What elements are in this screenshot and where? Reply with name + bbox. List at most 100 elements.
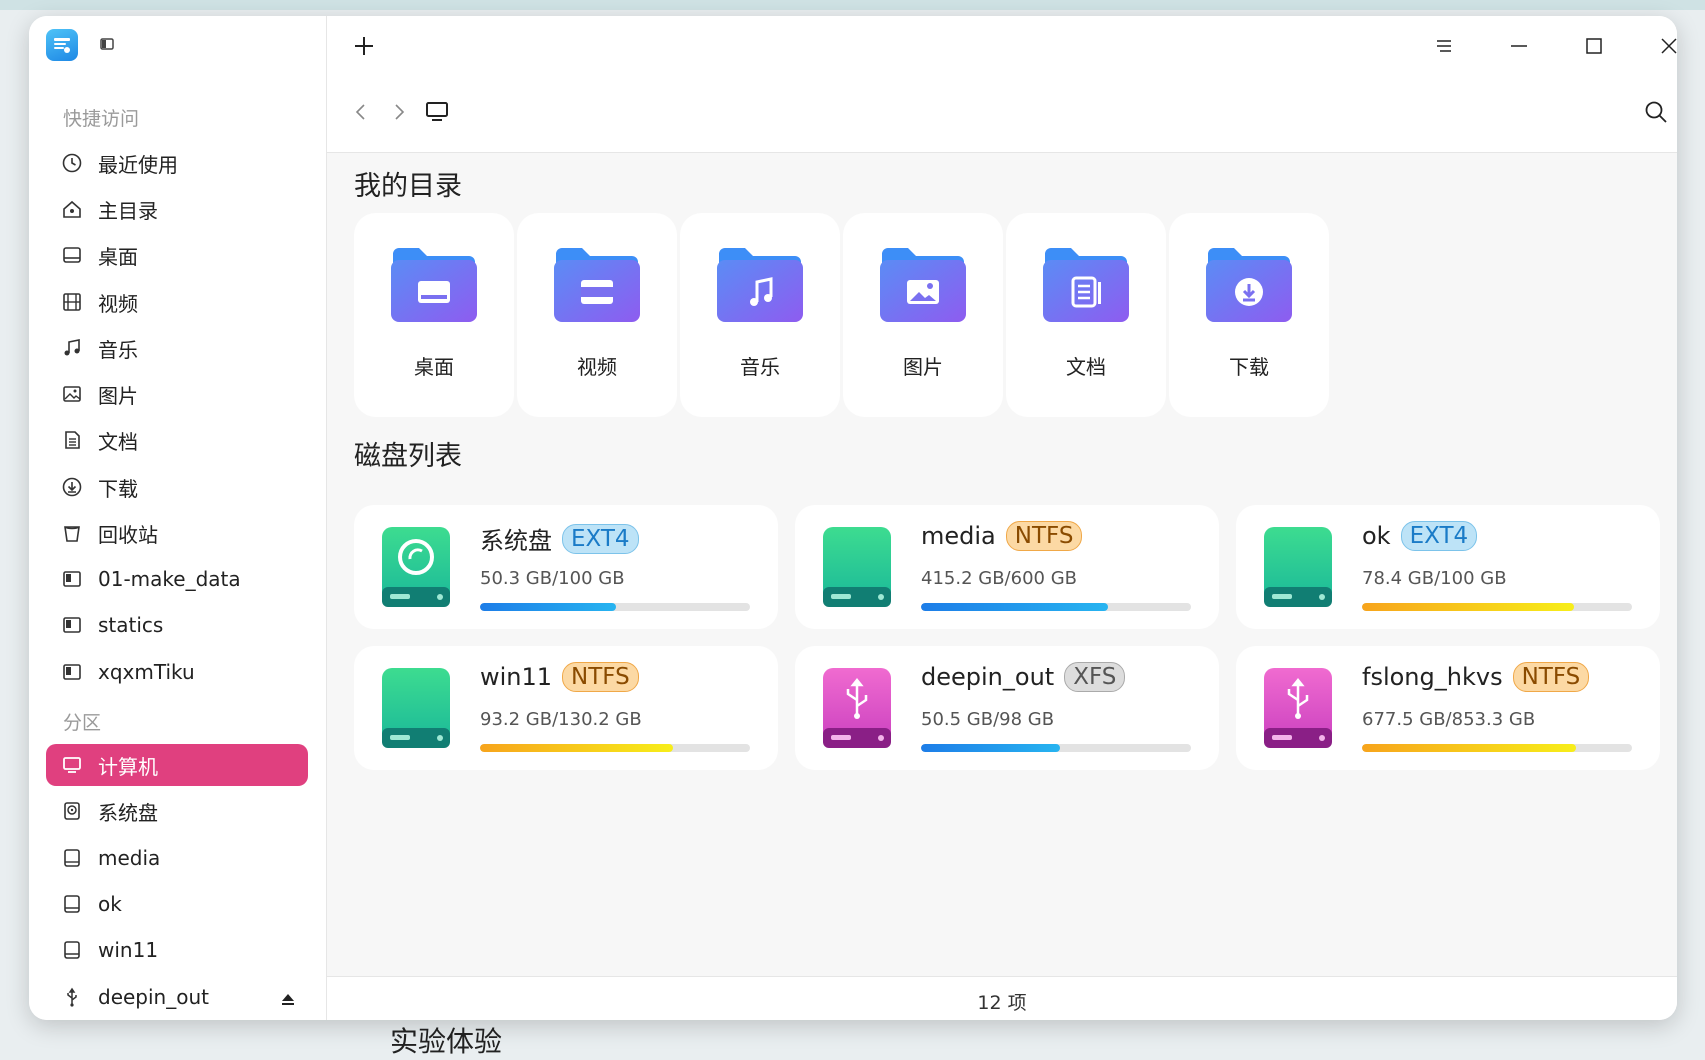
sidebar-item-pictures[interactable]: 图片	[46, 373, 308, 415]
disk-size: 50.3 GB/100 GB	[480, 568, 625, 589]
sidebar-item-system-disk[interactable]: 系统盘	[46, 790, 308, 832]
disk-usage-fill	[1362, 603, 1574, 611]
sidebar-item-label: 图片	[98, 383, 138, 408]
disk-usage-fill	[480, 744, 674, 752]
disk-size: 93.2 GB/130.2 GB	[480, 709, 642, 730]
sidebar-item-computer[interactable]: 计算机	[46, 744, 308, 786]
item-count: 12 项	[977, 992, 1027, 1014]
sidebar-item-bookmark-folder[interactable]: statics	[46, 604, 308, 646]
fs-badge: NTFS	[1512, 662, 1590, 692]
sidebar-item-desktop[interactable]: 桌面	[46, 234, 308, 276]
disk-icon	[60, 846, 84, 870]
fs-badge: EXT4	[1400, 521, 1478, 551]
music-folder-icon	[717, 248, 803, 322]
sidebar-toggle-icon[interactable]	[99, 36, 115, 52]
sidebar-item-label: ok	[98, 892, 122, 916]
fs-badge: XFS	[1064, 662, 1126, 692]
sidebar-item-label: xqxmTiku	[98, 660, 195, 684]
disk-size: 50.5 GB/98 GB	[921, 709, 1055, 730]
sidebar-item-recent[interactable]: 最近使用	[46, 142, 308, 184]
system-disk-icon	[60, 799, 84, 823]
sidebar-item-music[interactable]: 音乐	[46, 327, 308, 369]
sidebar-item-label: 下载	[98, 476, 138, 501]
disk-name-row: ok EXT4	[1362, 521, 1478, 551]
folder-card-pictures[interactable]: 图片	[843, 213, 1003, 417]
computer-icon	[60, 753, 84, 777]
usb-disk-icon	[1264, 668, 1332, 748]
clock-icon	[60, 151, 84, 175]
file-manager-window: 快捷访问 最近使用 主目录 桌面 视频 音乐 图片 文档 下载 回收站 01-m…	[29, 16, 1677, 1020]
home-icon	[60, 197, 84, 221]
sidebar-item-videos[interactable]: 视频	[46, 281, 308, 323]
breadcrumb-computer[interactable]	[419, 94, 455, 130]
sidebar-item-win11[interactable]: win11	[46, 929, 308, 971]
menu-button[interactable]	[1426, 28, 1462, 64]
disk-card-deepin-out[interactable]: deepin_out XFS 50.5 GB/98 GB	[795, 646, 1219, 770]
hard-disk-icon	[382, 668, 450, 748]
minimize-button[interactable]	[1501, 28, 1537, 64]
back-button[interactable]	[343, 94, 379, 130]
disk-card-ok[interactable]: ok EXT4 78.4 GB/100 GB	[1236, 505, 1660, 629]
folder-label: 桌面	[414, 355, 454, 379]
disk-usage-bar	[1362, 603, 1632, 611]
folder-card-downloads[interactable]: 下载	[1169, 213, 1329, 417]
menu-icon	[1437, 40, 1451, 52]
picture-folder-icon	[880, 248, 966, 322]
disk-name: win11	[480, 663, 553, 691]
forward-button[interactable]	[381, 94, 417, 130]
disk-card-win11[interactable]: win11 NTFS 93.2 GB/130.2 GB	[354, 646, 778, 770]
disk-name-row: deepin_out XFS	[921, 662, 1126, 692]
chevron-right-icon	[395, 104, 405, 120]
folder-label: 下载	[1229, 355, 1269, 379]
disk-name: ok	[1362, 522, 1391, 550]
disk-card-fslong-hkvs[interactable]: fslong_hkvs NTFS 677.5 GB/853.3 GB	[1236, 646, 1660, 770]
disk-usage-bar	[480, 744, 750, 752]
sidebar-item-home[interactable]: 主目录	[46, 188, 308, 230]
disk-card-system[interactable]: 系统盘 EXT4 50.3 GB/100 GB	[354, 505, 778, 629]
disk-usage-bar	[1362, 744, 1632, 752]
maximize-icon	[1586, 38, 1602, 54]
download-icon	[60, 475, 84, 499]
folder-label: 音乐	[740, 355, 780, 379]
sidebar-item-media[interactable]: media	[46, 837, 308, 879]
app-logo-icon	[46, 29, 78, 61]
disk-size: 78.4 GB/100 GB	[1362, 568, 1507, 589]
sidebar-item-label: 回收站	[98, 522, 158, 547]
sidebar-item-label: 01-make_data	[98, 567, 241, 591]
sidebar-item-trash[interactable]: 回收站	[46, 512, 308, 554]
disk-usage-bar	[921, 744, 1191, 752]
search-button[interactable]	[1638, 94, 1674, 130]
sidebar-item-downloads[interactable]: 下载	[46, 466, 308, 508]
disk-name-row: win11 NTFS	[480, 662, 639, 692]
document-folder-icon	[1043, 248, 1129, 322]
sidebar-item-ok[interactable]: ok	[46, 883, 308, 925]
folder-card-documents[interactable]: 文档	[1006, 213, 1166, 417]
trash-icon	[60, 521, 84, 545]
disk-usage-bar	[480, 603, 750, 611]
download-folder-icon	[1206, 248, 1292, 322]
main-content: 我的目录 桌面 视频 音乐 图片 文档 下载 磁盘列表 系统盘 EXT4 50.…	[327, 16, 1677, 1020]
disk-size: 415.2 GB/600 GB	[921, 568, 1077, 589]
new-tab-button[interactable]	[346, 28, 382, 64]
partitions-title: 分区	[63, 712, 102, 734]
disk-name-row: fslong_hkvs NTFS	[1362, 662, 1590, 692]
sidebar-item-bookmark-folder[interactable]: 01-make_data	[46, 558, 308, 600]
disk-icon	[60, 892, 84, 916]
minimize-icon	[1511, 45, 1527, 47]
folder-icon	[60, 660, 84, 684]
sidebar-item-documents[interactable]: 文档	[46, 419, 308, 461]
folder-card-desktop[interactable]: 桌面	[354, 213, 514, 417]
sidebar-item-bookmark-folder[interactable]: xqxmTiku	[46, 651, 308, 693]
maximize-button[interactable]	[1576, 28, 1612, 64]
sidebar-item-label: 文档	[98, 429, 138, 454]
folder-label: 视频	[577, 355, 617, 379]
sidebar-item-label: 系统盘	[98, 800, 158, 825]
folder-card-videos[interactable]: 视频	[517, 213, 677, 417]
image-icon	[60, 382, 84, 406]
quick-access-title: 快捷访问	[63, 108, 140, 130]
close-button[interactable]	[1651, 28, 1677, 64]
disk-card-media[interactable]: media NTFS 415.2 GB/600 GB	[795, 505, 1219, 629]
eject-icon[interactable]	[280, 988, 296, 1012]
folder-card-music[interactable]: 音乐	[680, 213, 840, 417]
sidebar-item-deepin-out[interactable]: deepin_out	[46, 976, 308, 1018]
